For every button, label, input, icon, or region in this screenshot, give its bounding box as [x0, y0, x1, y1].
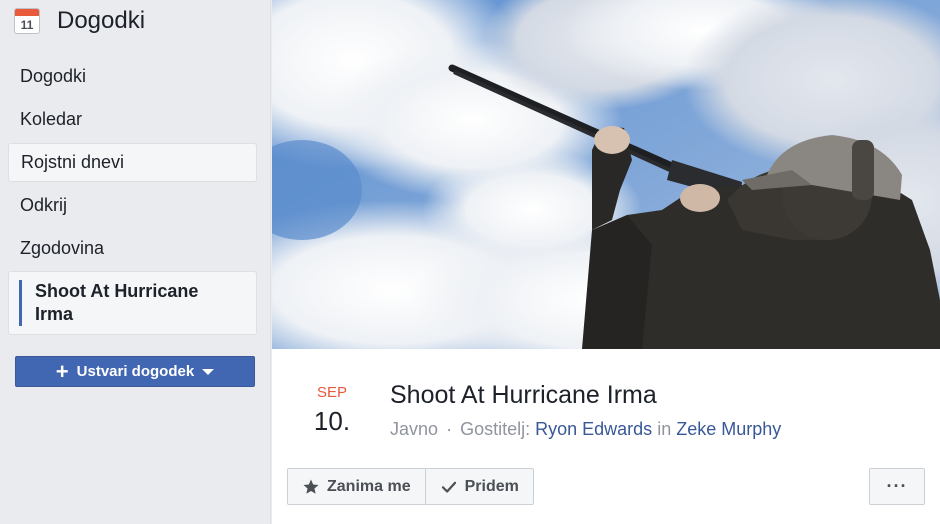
event-privacy: Javno: [390, 419, 439, 439]
event-meta: Javno · Gostitelj: Ryon Edwards in Zeke …: [390, 419, 781, 440]
plus-icon: +: [55, 358, 69, 384]
event-date-day: 10.: [313, 406, 351, 436]
sidebar-item-rojstni-dnevi[interactable]: Rojstni dnevi: [8, 143, 257, 182]
sidebar-item-label: Rojstni dnevi: [21, 152, 125, 172]
cover-photo-image: [272, 0, 940, 349]
star-icon: [303, 479, 319, 494]
checkmark-icon: [441, 481, 456, 493]
interested-button[interactable]: Zanima me: [288, 469, 425, 504]
sidebar-item-label: Odkrij: [20, 195, 68, 215]
sidebar-item-label: Zgodovina: [20, 238, 105, 258]
chevron-down-icon: [202, 368, 215, 375]
event-date-month: SEP: [316, 384, 347, 401]
rsvp-actions: Zanima me Pridem: [287, 468, 534, 505]
and-word: in: [657, 419, 672, 439]
create-event-button[interactable]: + Ustvari dogodek: [15, 356, 255, 387]
cover-photo[interactable]: [272, 0, 940, 349]
sidebar-item-label: Dogodki: [20, 66, 87, 86]
going-button[interactable]: Pridem: [424, 469, 533, 504]
sidebar-item-current-event[interactable]: Shoot At Hurricane Irma: [8, 271, 257, 335]
event-title: Shoot At Hurricane Irma: [390, 381, 657, 409]
active-indicator: [19, 280, 22, 326]
interested-label: Zanima me: [327, 477, 411, 495]
going-label: Pridem: [464, 477, 519, 495]
sidebar-item-label: Shoot At Hurricane Irma: [35, 281, 199, 324]
host-link-2[interactable]: Zeke Murphy: [676, 419, 781, 439]
sidebar-item-zgodovina[interactable]: Zgodovina: [8, 229, 257, 268]
meta-separator: ·: [446, 419, 453, 439]
more-icon: ···: [886, 476, 908, 496]
sidebar-item-odkrij[interactable]: Odkrij: [8, 186, 257, 225]
host-link-1[interactable]: Ryon Edwards: [535, 419, 652, 439]
left-sidebar: 11 Dogodki Dogodki Koledar Rojstni dnevi…: [0, 0, 271, 524]
host-label: Gostitelj:: [460, 419, 531, 439]
event-main: SEP 10. Shoot At Hurricane Irma Javno · …: [272, 0, 940, 524]
calendar-icon: 11: [14, 8, 40, 34]
sidebar-title[interactable]: Dogodki: [57, 7, 145, 35]
sidebar-header: 11 Dogodki: [14, 6, 145, 36]
sidebar-item-koledar[interactable]: Koledar: [8, 100, 257, 139]
more-options-button[interactable]: ···: [869, 468, 925, 505]
sidebar-item-label: Koledar: [20, 109, 83, 129]
sidebar-item-dogodki[interactable]: Dogodki: [8, 57, 257, 96]
create-event-label: Ustvari dogodek: [76, 363, 195, 380]
